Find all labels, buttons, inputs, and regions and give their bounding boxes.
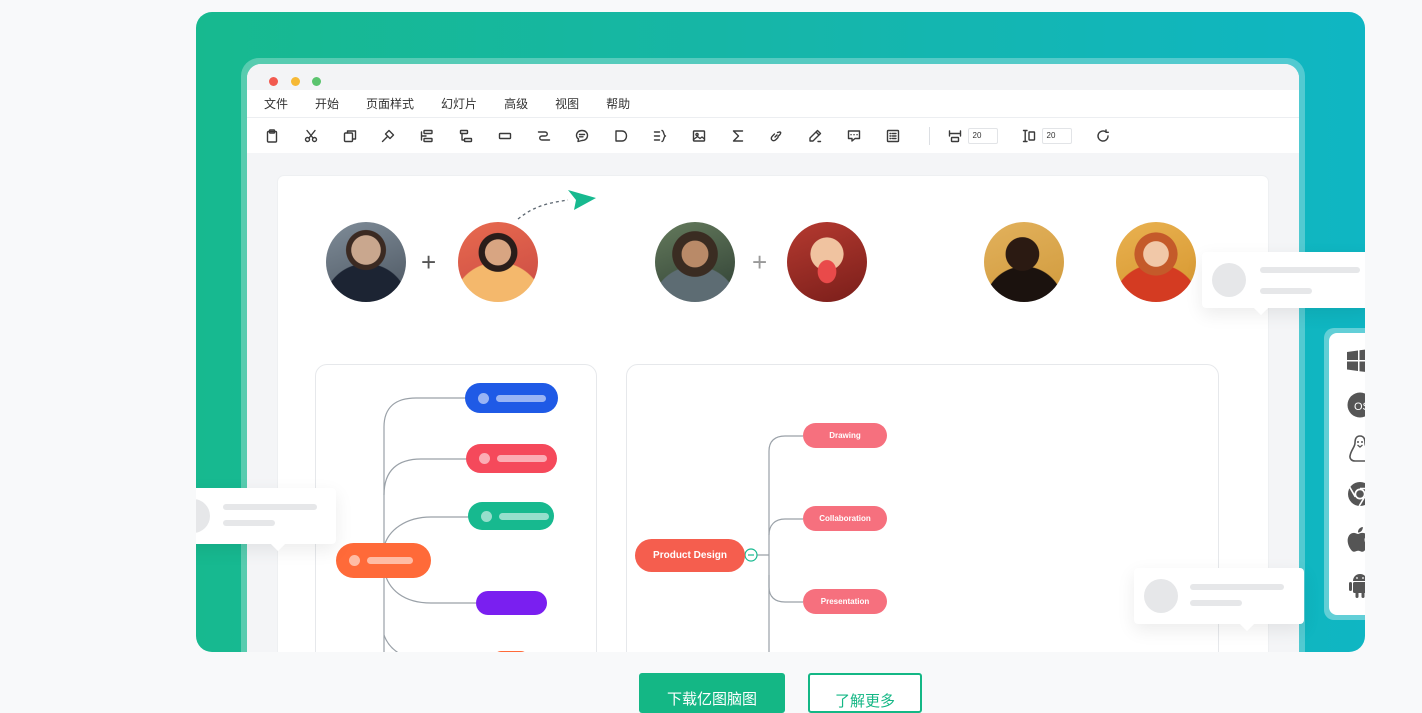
macos-icon: OS	[1347, 392, 1365, 418]
plus-icon-2: +	[752, 247, 768, 277]
floating-topic-icon[interactable]	[498, 129, 512, 143]
comment-bubble-left	[196, 488, 336, 552]
close-window-dot[interactable]	[269, 77, 278, 86]
vertical-spacing-input[interactable]: 20	[1041, 127, 1072, 144]
avatar-person-5	[984, 222, 1064, 302]
mindmap-canvas[interactable]: + + Product Design Drawing Collaboration…	[278, 176, 1268, 652]
linux-icon	[1349, 435, 1365, 462]
image-icon[interactable]	[692, 129, 706, 143]
menu-help[interactable]: 帮助	[606, 95, 630, 112]
refresh-icon[interactable]	[1096, 128, 1110, 143]
subtopic-collaboration[interactable]: Collaboration	[803, 506, 887, 531]
vertical-spacing-icon	[1022, 129, 1036, 143]
macos-label: OS	[1354, 401, 1365, 413]
topic-pill-purple[interactable]	[476, 591, 547, 615]
hero-banner: 文件 开始 页面样式 幻灯片 高级 视图 帮助 20 20 + + Produc…	[196, 12, 1365, 652]
link-icon[interactable]	[769, 129, 783, 143]
root-topic[interactable]: Product Design	[635, 539, 745, 572]
learn-more-button[interactable]: 了解更多	[808, 673, 922, 713]
comment-bubble-bottom	[1134, 568, 1304, 632]
menu-file[interactable]: 文件	[264, 95, 288, 112]
avatar-person-4	[787, 222, 867, 302]
horizontal-spacing-icon	[948, 129, 962, 143]
cut-icon[interactable]	[304, 129, 318, 143]
horizontal-spacing-input[interactable]: 20	[967, 127, 998, 144]
callout-icon[interactable]	[575, 129, 589, 143]
topic-pill-blue[interactable]	[465, 383, 558, 413]
app-window: 文件 开始 页面样式 幻灯片 高级 视图 帮助 20 20 + + Produc…	[241, 58, 1305, 652]
android-icon	[1349, 574, 1365, 598]
toolbar-separator	[928, 126, 930, 145]
avatar-person-1	[326, 222, 406, 302]
mindmap-panel-right: Product Design Drawing Collaboration Pre…	[626, 364, 1219, 652]
apple-icon	[1347, 527, 1365, 552]
topic-pill-red[interactable]	[466, 444, 557, 473]
avatar-person-6	[1116, 222, 1196, 302]
comment-icon[interactable]	[847, 129, 861, 143]
menu-start[interactable]: 开始	[315, 95, 339, 112]
note-icon[interactable]	[886, 129, 900, 143]
copy-icon[interactable]	[343, 129, 357, 143]
title-bar	[247, 64, 1299, 90]
relationship-icon[interactable]	[537, 129, 551, 143]
central-topic-pill[interactable]	[336, 543, 431, 578]
menu-advanced[interactable]: 高级	[504, 95, 528, 112]
format-painter-icon[interactable]	[381, 129, 395, 143]
avatar-person-2	[458, 222, 538, 302]
formula-icon[interactable]	[731, 129, 745, 143]
mindmap-panel-left	[315, 364, 597, 652]
subtopic-drawing[interactable]: Drawing	[803, 423, 887, 448]
menu-page-style[interactable]: 页面样式	[366, 95, 414, 112]
toolbar: 20 20	[247, 117, 1299, 153]
topic-pill-orange[interactable]	[494, 651, 528, 652]
comment-bubble-top	[1202, 252, 1365, 316]
insert-subtopic-icon[interactable]	[459, 129, 473, 143]
chrome-icon	[1348, 482, 1365, 507]
menu-view[interactable]: 视图	[555, 95, 579, 112]
maximize-window-dot[interactable]	[312, 77, 321, 86]
menu-bar: 文件 开始 页面样式 幻灯片 高级 视图 帮助	[247, 90, 1299, 117]
avatar-person-3	[655, 222, 735, 302]
download-button[interactable]: 下载亿图脑图	[639, 673, 785, 713]
menu-slides[interactable]: 幻灯片	[441, 95, 477, 112]
arrow-icon	[517, 190, 596, 220]
minimize-window-dot[interactable]	[291, 77, 300, 86]
subtopic-presentation[interactable]: Presentation	[803, 589, 887, 614]
topic-pill-teal[interactable]	[468, 502, 554, 530]
plus-icon: +	[421, 247, 437, 277]
clipboard-icon[interactable]	[265, 128, 279, 143]
insert-topic-icon[interactable]	[420, 129, 434, 143]
windows-icon	[1347, 349, 1365, 372]
boundary-icon[interactable]	[614, 129, 628, 143]
pen-icon[interactable]	[808, 129, 822, 143]
summary-icon[interactable]	[653, 129, 667, 143]
platform-panel: OS	[1324, 328, 1365, 620]
connector-lines	[383, 397, 476, 652]
mindmap-connectors	[744, 435, 803, 652]
